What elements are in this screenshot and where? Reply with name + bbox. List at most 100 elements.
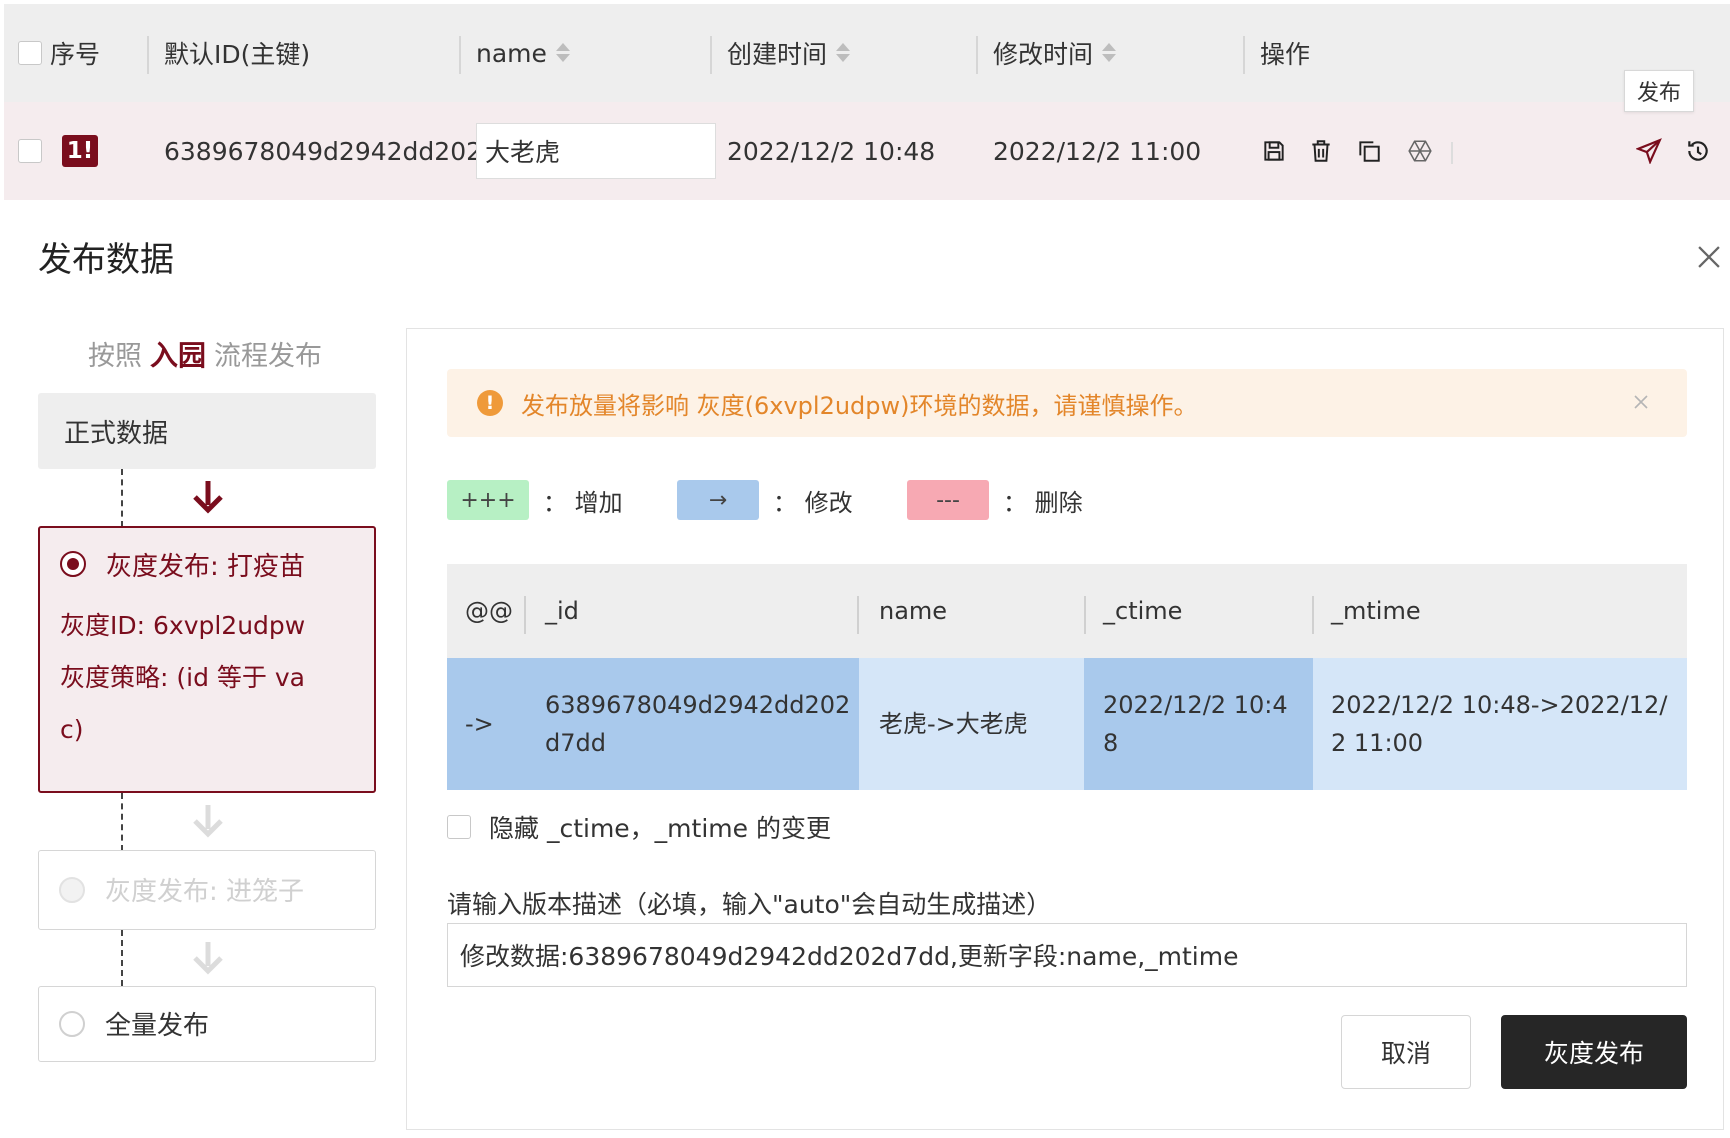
version-desc-label: 请输入版本描述（必填，输入"auto"会自动生成描述） (447, 890, 1052, 919)
ops-divider (1451, 142, 1453, 164)
close-icon[interactable] (1692, 240, 1726, 274)
column-separator (147, 36, 149, 74)
header-ctime[interactable]: 创建时间 (727, 4, 851, 102)
radio-icon[interactable] (59, 1010, 85, 1037)
gray-strategy-line1: 灰度策略: (id 等于 va (60, 663, 305, 692)
step-gray-1-label: 灰度发布: 打疫苗 (106, 551, 306, 582)
radio-disabled-icon (59, 876, 85, 903)
legend-add-chip: +++ (447, 480, 529, 520)
row-checkbox-cell[interactable] (18, 102, 42, 200)
sort-icon[interactable] (1101, 42, 1117, 64)
column-separator (976, 36, 978, 74)
diff-header-mtime: _mtime (1331, 597, 1421, 625)
legend-modify: → ： 修改 (677, 479, 853, 521)
legend-modify-chip: → (677, 480, 759, 520)
step-gray-1-head[interactable]: 灰度发布: 打疫苗 (40, 528, 374, 600)
diff-table: @@ _id name _ctime _mtime -> 6389678049d… (447, 564, 1687, 790)
alert-badge-icon: 1! (62, 135, 98, 167)
arrow-down-icon (193, 805, 223, 838)
flow-prefix: 按照 (88, 341, 142, 372)
flow-name: 入园 (150, 339, 207, 372)
flow-connector (121, 469, 123, 527)
diff-row-ctime-line2: 8 (1103, 729, 1119, 757)
column-separator (1084, 596, 1086, 634)
step-gray-2-label: 灰度发布: 进笼子 (105, 877, 305, 907)
alert-close-icon[interactable] (1631, 392, 1651, 412)
legend-delete-label: ： 删除 (1003, 488, 1083, 517)
app-root: 序号 默认ID(主键) name 创建时间 修改时间 操作 1! 6389678… (0, 0, 1730, 1138)
gray-strategy-line2: c) (60, 715, 84, 744)
diff-row-mtime: 2022/12/2 10:48->2022/12/ 2 11:00 (1313, 658, 1687, 790)
sort-icon[interactable] (835, 42, 851, 64)
warning-text: 发布放量将影响 灰度(6xvpl2udpw)环境的数据，请谨慎操作。 (521, 391, 1198, 420)
step-gray-1[interactable]: 灰度发布: 打疫苗 灰度ID: 6xvpl2udpw 灰度策略: (id 等于 … (38, 526, 376, 793)
column-separator (459, 36, 461, 74)
legend-delete: --- ： 删除 (907, 479, 1083, 521)
copy-icon[interactable] (1354, 136, 1384, 166)
step-gray-2-head: 灰度发布: 进笼子 (39, 851, 375, 928)
diff-row-op: -> (465, 710, 494, 738)
hexagon-icon[interactable] (1405, 136, 1435, 166)
sort-icon[interactable] (555, 42, 571, 64)
column-separator (524, 596, 526, 634)
warning-icon: ! (477, 390, 503, 416)
diff-row-id-line1: 6389678049d2942dd202 (545, 691, 851, 719)
arrow-down-icon (193, 942, 223, 975)
header-seq: 序号 (50, 40, 101, 69)
header-mtime-label: 修改时间 (993, 40, 1094, 69)
flow-connector (121, 793, 123, 851)
header-ctime-label: 创建时间 (727, 40, 828, 69)
legend-add-label: ： 增加 (543, 488, 623, 517)
diff-row-name: 老虎->大老虎 (859, 658, 1084, 790)
diff-row-id-line2: d7dd (545, 729, 606, 757)
dialog-title: 发布数据 (38, 240, 174, 280)
diff-table-header: @@ _id name _ctime _mtime (447, 564, 1687, 658)
flow-suffix: 流程发布 (214, 341, 323, 372)
table-header: 序号 默认ID(主键) name 创建时间 修改时间 操作 (4, 4, 1730, 102)
header-name-label: name (476, 38, 547, 68)
header-id: 默认ID(主键) (164, 40, 311, 69)
column-separator (857, 596, 859, 634)
header-name[interactable]: name (476, 4, 571, 102)
row-checkbox[interactable] (18, 139, 42, 163)
table-row: 1! 6389678049d2942dd202d7dd 大老虎 2022/12/… (4, 102, 1730, 200)
gray-publish-button[interactable]: 灰度发布 (1501, 1015, 1687, 1089)
header-mtime[interactable]: 修改时间 (993, 4, 1117, 102)
trash-icon[interactable] (1306, 136, 1336, 166)
diff-row-id: 6389678049d2942dd202 d7dd (545, 658, 855, 790)
save-icon[interactable] (1259, 136, 1289, 166)
diff-header-id: _id (545, 597, 579, 625)
select-all-checkbox[interactable] (18, 41, 42, 65)
legend-modify-label: ： 修改 (773, 488, 853, 517)
version-desc-input[interactable]: 修改数据:6389678049d2942dd202d7dd,更新字段:name,… (447, 923, 1687, 987)
step-full[interactable]: 全量发布 (38, 986, 376, 1062)
hide-time-checkbox[interactable] (447, 815, 471, 839)
cancel-button[interactable]: 取消 (1341, 1015, 1471, 1089)
diff-header-ctime: _ctime (1103, 597, 1183, 625)
column-separator (1243, 36, 1245, 74)
legend-add: +++ ： 增加 (447, 479, 623, 521)
publish-tooltip: 发布 (1624, 70, 1694, 112)
arrow-down-icon (193, 481, 223, 514)
row-ctime: 2022/12/2 10:48 (727, 136, 936, 166)
send-icon[interactable] (1634, 136, 1664, 166)
radio-selected-icon[interactable] (60, 551, 86, 577)
legend-delete-chip: --- (907, 480, 989, 520)
row-name-cell[interactable]: 大老虎 (476, 102, 716, 200)
name-input[interactable]: 大老虎 (476, 123, 716, 179)
row-mtime: 2022/12/2 11:00 (993, 136, 1202, 166)
step-gray-1-detail: 灰度ID: 6xvpl2udpw 灰度策略: (id 等于 va c) (40, 600, 374, 768)
diff-row-ctime: 2022/12/2 10:4 8 (1103, 658, 1312, 790)
hide-time-changes[interactable]: 隐藏 _ctime，_mtime 的变更 (447, 809, 831, 845)
select-all-checkbox-cell[interactable] (18, 4, 42, 102)
diff-row-mtime-line1: 2022/12/2 10:48->2022/12/ (1331, 691, 1668, 719)
history-icon[interactable] (1683, 136, 1713, 166)
column-separator (1312, 596, 1314, 634)
diff-header-op: @@ (465, 597, 513, 625)
flow-connector (121, 930, 123, 986)
step-full-head[interactable]: 全量发布 (39, 987, 375, 1060)
header-ops: 操作 (1260, 40, 1311, 69)
gray-id: 灰度ID: 6xvpl2udpw (60, 611, 306, 640)
diff-panel: ! 发布放量将影响 灰度(6xvpl2udpw)环境的数据，请谨慎操作。 +++… (406, 328, 1724, 1130)
step-gray-2: 灰度发布: 进笼子 (38, 850, 376, 930)
